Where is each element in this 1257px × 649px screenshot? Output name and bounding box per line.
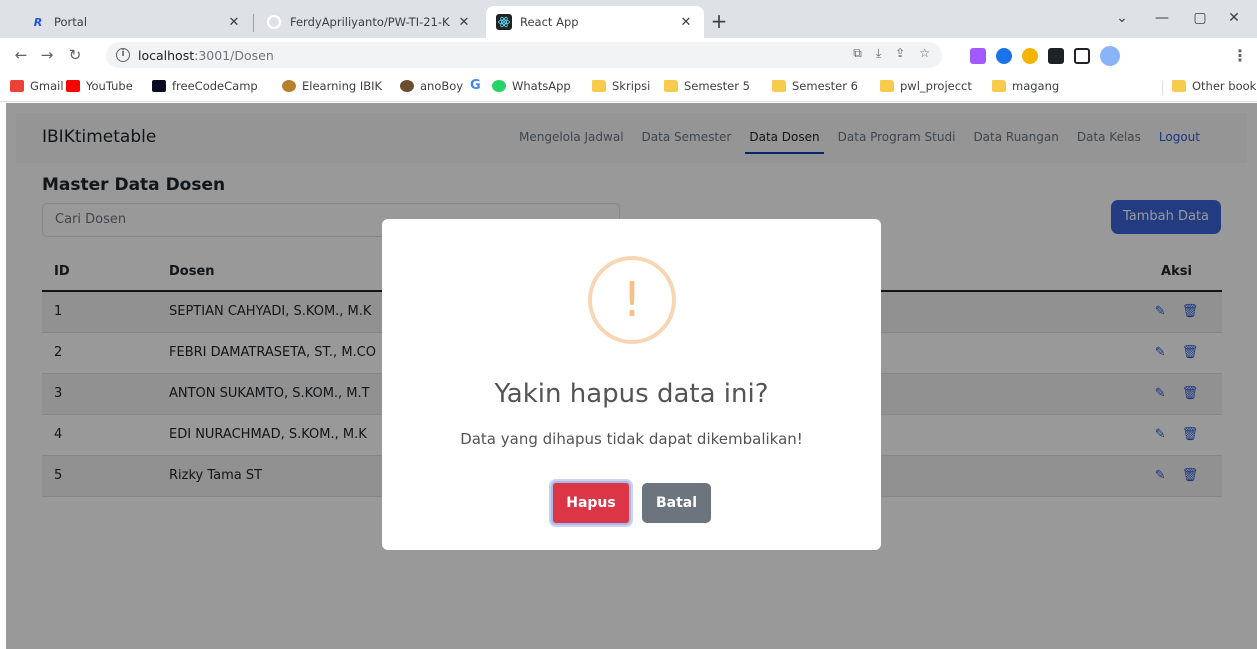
bookmark-gmail[interactable]: Gmail — [10, 79, 64, 93]
folder-icon — [664, 80, 678, 92]
elearning-icon — [282, 80, 296, 92]
bookmark-folder-semester5[interactable]: Semester 5 — [664, 79, 750, 93]
url-host: localhost — [138, 47, 195, 63]
bookmarks-bar: Gmail YouTube freeCodeCamp Elearning IBI… — [0, 72, 1257, 102]
bookmark-anoboy[interactable]: anoBoy — [400, 79, 463, 93]
reload-icon[interactable]: ↻ — [64, 44, 86, 66]
dialog-title: Yakin hapus data ini? — [494, 379, 769, 409]
minimize-icon[interactable]: — — [1142, 6, 1182, 30]
figma-extension-icon[interactable] — [970, 48, 986, 64]
extensions-puzzle-icon[interactable] — [1048, 48, 1064, 64]
tab-github[interactable]: FerdyApriliyanto/PW-TI-21-KA-2 ✕ — [256, 6, 482, 38]
avatar[interactable] — [1100, 46, 1120, 66]
browser-toolbar: ← → ↻ i localhost:3001/Dosen ⧉ ⤓ ⇪ ☆ ⋮ — [0, 38, 1257, 72]
extension-icon[interactable] — [1022, 48, 1038, 64]
tab-react-app[interactable]: React App ✕ — [486, 6, 704, 38]
bookmark-freecodecamp[interactable]: freeCodeCamp — [152, 79, 258, 93]
other-bookmarks[interactable]: Other bookmarks — [1172, 79, 1257, 93]
back-icon[interactable]: ← — [10, 44, 32, 66]
anoboy-icon — [400, 80, 414, 92]
react-icon — [496, 14, 512, 30]
side-panel-icon[interactable] — [1074, 48, 1090, 64]
folder-icon — [880, 80, 894, 92]
dialog-text: Data yang dihapus tidak dapat dikembalik… — [460, 430, 803, 448]
youtube-icon — [66, 80, 80, 92]
whatsapp-icon — [492, 80, 506, 92]
bookmark-folder-magang[interactable]: magang — [992, 79, 1059, 93]
folder-icon — [992, 80, 1006, 92]
confirm-delete-button[interactable]: Hapus — [551, 481, 631, 525]
freecodecamp-icon — [152, 80, 166, 92]
delete-confirm-dialog: ! Yakin hapus data ini? Data yang dihapu… — [382, 219, 881, 550]
bookmark-elearning[interactable]: Elearning IBIK — [282, 79, 382, 93]
tab-search-chevron-icon[interactable]: ⌄ — [1102, 6, 1142, 30]
close-icon[interactable]: ✕ — [456, 15, 472, 30]
open-in-app-icon[interactable]: ⧉ — [853, 46, 862, 61]
portal-icon: R — [33, 15, 43, 29]
bookmark-star-icon[interactable]: ☆ — [919, 46, 930, 61]
bookmark-folder-semester6[interactable]: Semester 6 — [772, 79, 858, 93]
browser-tab-strip: R Portal ✕ FerdyApriliyanto/PW-TI-21-KA-… — [0, 0, 1257, 38]
warning-icon: ! — [588, 256, 676, 344]
bookmark-folder-pwl-projecct[interactable]: pwl_projecct — [880, 79, 972, 93]
folder-icon — [592, 80, 606, 92]
bookmark-youtube[interactable]: YouTube — [66, 79, 133, 93]
cancel-button[interactable]: Batal — [642, 483, 711, 523]
close-window-icon[interactable]: ✕ — [1214, 6, 1254, 30]
close-icon[interactable]: ✕ — [678, 15, 694, 30]
install-icon[interactable]: ⤓ — [876, 46, 881, 61]
google-icon[interactable]: G — [470, 78, 481, 93]
forward-icon[interactable]: → — [36, 44, 58, 66]
close-icon[interactable]: ✕ — [226, 15, 242, 30]
new-tab-icon[interactable]: + — [706, 8, 732, 34]
folder-icon — [772, 80, 786, 92]
tab-title: FerdyApriliyanto/PW-TI-21-KA-2 — [290, 15, 450, 29]
site-info-icon[interactable]: i — [116, 48, 130, 62]
github-icon — [266, 14, 282, 30]
share-icon[interactable]: ⇪ — [895, 46, 905, 61]
bookmark-whatsapp[interactable]: WhatsApp — [492, 79, 571, 93]
kebab-menu-icon[interactable]: ⋮ — [1232, 46, 1248, 65]
folder-icon — [1172, 80, 1186, 92]
address-bar[interactable]: i localhost:3001/Dosen ⧉ ⤓ ⇪ ☆ — [106, 42, 942, 68]
tab-title: React App — [520, 15, 579, 29]
bookmark-folder-skripsi[interactable]: Skripsi — [592, 79, 650, 93]
tab-portal[interactable]: R Portal ✕ — [20, 6, 252, 38]
extension-icon[interactable] — [996, 48, 1012, 64]
url-path: :3001/Dosen — [194, 47, 274, 63]
gmail-icon — [10, 80, 24, 92]
tab-title: Portal — [54, 15, 88, 29]
